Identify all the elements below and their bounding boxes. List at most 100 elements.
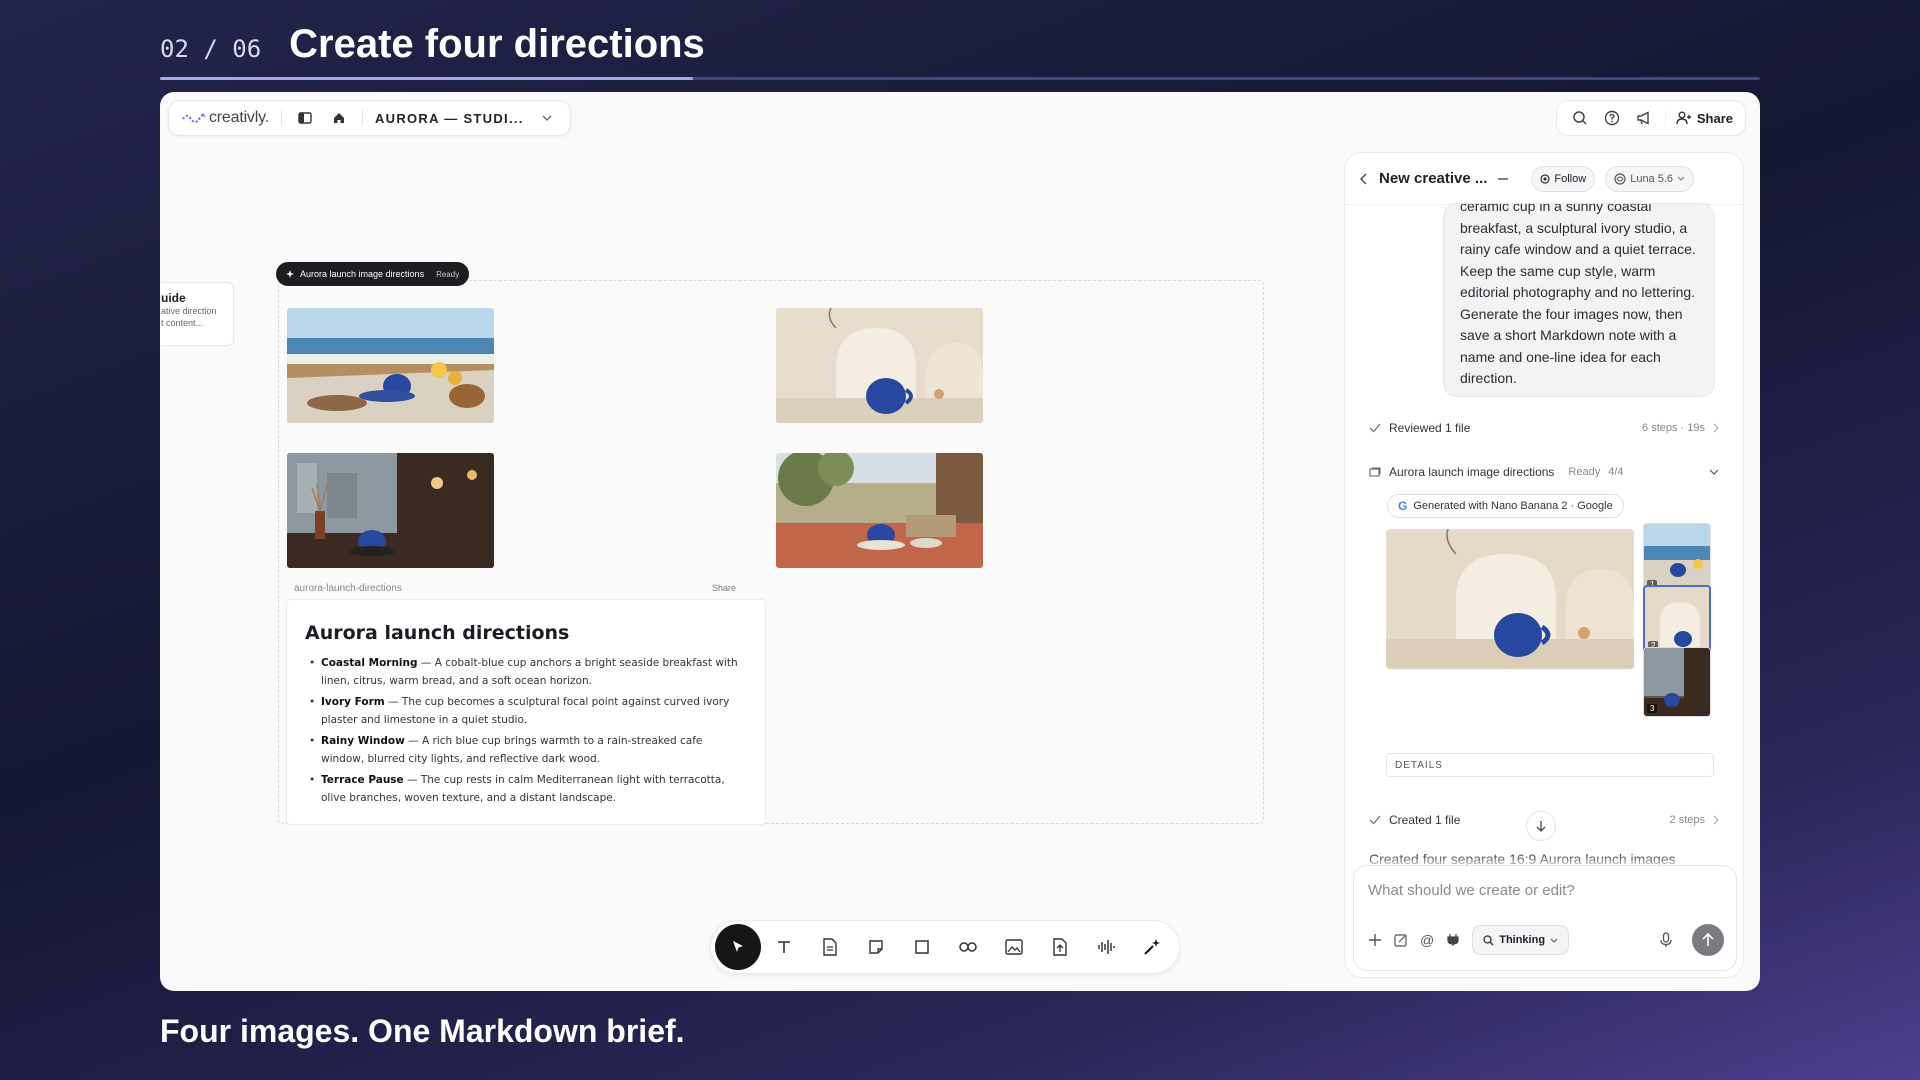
artifact-row[interactable]: Aurora launch image directions Ready 4/4 [1369,465,1719,479]
model-selector[interactable]: Luna 5.6 [1605,165,1695,192]
share-label: Share [1696,110,1733,126]
details-toggle[interactable]: DETAILS [1386,753,1714,777]
doc-title: Aurora launch directions [305,622,570,644]
artifact-count: 4/4 [1608,466,1624,478]
step-reviewed[interactable]: Reviewed 1 file 6 steps · 19s [1369,421,1719,435]
guide-card[interactable]: uide ative direction t content... [160,282,234,346]
thinking-mode-selector[interactable]: Thinking [1472,925,1570,955]
link-tool-icon[interactable] [945,924,991,970]
mention-icon[interactable]: @ [1420,932,1434,948]
guide-title: uide [161,291,186,305]
list-item: Terrace Pause — The cup rests in calm Me… [305,771,747,807]
help-icon[interactable] [1601,107,1623,129]
chevron-down-icon [1677,176,1685,181]
composer: What should we create or edit? @ Thinkin… [1353,865,1737,971]
logo-text: creativly. [209,109,269,126]
model-icon [1614,172,1626,185]
frame-status: Ready [436,269,460,279]
sticky-note-tool-icon[interactable] [853,924,899,970]
select-tool-icon[interactable] [715,924,761,970]
top-right-tools: Share [1555,100,1746,136]
scroll-down-button[interactable] [1526,811,1556,841]
slide-progress-fill [160,77,693,80]
top-bar: creativly. AURORA — STUDI... [168,100,571,136]
chevron-down-icon[interactable] [536,107,558,129]
follow-label: Follow [1554,172,1587,185]
composer-tools: @ Thinking [1368,924,1724,956]
slide-header: 02 / 06 Create four directions [160,22,705,67]
shape-tool-icon[interactable] [899,924,945,970]
arrow-down-icon [1536,821,1546,832]
thumb-number: 3 [1647,704,1658,713]
frame-label-pill[interactable]: Aurora launch image directions Ready [276,262,470,286]
logo-mark-icon [182,113,206,123]
microphone-icon[interactable] [1660,932,1672,948]
gallery-thumb[interactable]: 3 [1643,647,1711,717]
list-item: Ivory Form — The cup becomes a sculptura… [305,693,747,729]
arrow-up-icon [1702,933,1714,946]
edit-icon[interactable] [1394,933,1408,947]
back-chevron-icon[interactable] [1359,173,1369,185]
chat-header: New creative ... Follow Luna 5.6 [1345,153,1743,205]
item-name: Coastal Morning [321,657,418,669]
markdown-doc[interactable]: Aurora launch directions Coastal Morning… [286,599,766,825]
slide-counter: 02 / 06 [160,35,262,63]
sidebar-icon[interactable] [294,107,316,129]
generated-label: Generated with Nano Banana 2 · Google [1413,500,1613,512]
item-name: Ivory Form [321,696,385,708]
share-button[interactable]: Share [1664,110,1733,126]
divider [361,110,363,126]
guide-line: ative direction [161,306,217,316]
document-tool-icon[interactable] [807,924,853,970]
audio-tool-icon[interactable] [1083,924,1129,970]
list-item: Rainy Window — A rich blue cup brings wa… [305,732,747,768]
divider [280,110,282,126]
doc-share-link[interactable]: Share [712,583,736,593]
chat-title[interactable]: New creative ... [1379,170,1487,187]
send-button[interactable] [1692,924,1724,956]
artifact-label: Aurora launch image directions [1389,465,1555,479]
add-user-icon [1676,111,1691,125]
project-name[interactable]: AURORA — STUDI... [375,111,524,126]
follow-button[interactable]: Follow [1531,165,1596,192]
megaphone-icon[interactable] [1633,107,1655,129]
plugin-icon[interactable] [1446,933,1460,947]
item-name: Terrace Pause [321,774,404,786]
chevron-down-icon [1709,469,1719,475]
thinking-label: Thinking [1499,934,1546,946]
home-icon[interactable] [328,107,350,129]
google-icon: G [1398,499,1408,513]
preview-image[interactable] [1386,529,1634,669]
list-item: Coastal Morning — A cobalt-blue cup anch… [305,654,747,690]
app-window: creativly. AURORA — STUDI... Share uide … [160,92,1760,991]
message-text: ceramic cup in a sunny coastal breakfast… [1460,203,1696,386]
composer-input[interactable]: What should we create or edit? [1368,882,1575,899]
model-label: Luna 5.6 [1630,172,1674,185]
text-tool-icon[interactable] [761,924,807,970]
step-meta: 2 steps [1669,814,1705,826]
app-logo[interactable]: creativly. [181,109,269,127]
minimize-icon[interactable] [1497,177,1509,181]
ai-magic-tool-icon[interactable] [1129,924,1175,970]
gallery-thumb-selected[interactable]: 2 [1643,585,1711,655]
chevron-down-icon [1550,938,1558,943]
upload-tool-icon[interactable] [1037,924,1083,970]
frame-label: Aurora launch image directions [300,269,425,279]
image-coastal-morning[interactable] [287,308,494,423]
gallery-icon [1369,467,1381,477]
bottom-toolbar [710,920,1180,974]
image-rainy-window[interactable] [287,453,494,568]
image-ivory-form[interactable] [776,308,983,423]
plus-icon[interactable] [1368,933,1382,947]
gallery-thumb[interactable]: 1 [1643,523,1711,593]
image-tool-icon[interactable] [991,924,1037,970]
check-icon [1369,423,1381,433]
item-name: Rainy Window [321,735,405,747]
search-icon[interactable] [1569,107,1591,129]
sparkle-icon [286,270,294,278]
search-icon [1483,934,1494,945]
generated-with-badge: G Generated with Nano Banana 2 · Google [1387,494,1624,518]
image-terrace-pause[interactable] [776,453,983,568]
artifact-status: Ready [1568,466,1601,478]
slide-title: Create four directions [289,22,705,66]
